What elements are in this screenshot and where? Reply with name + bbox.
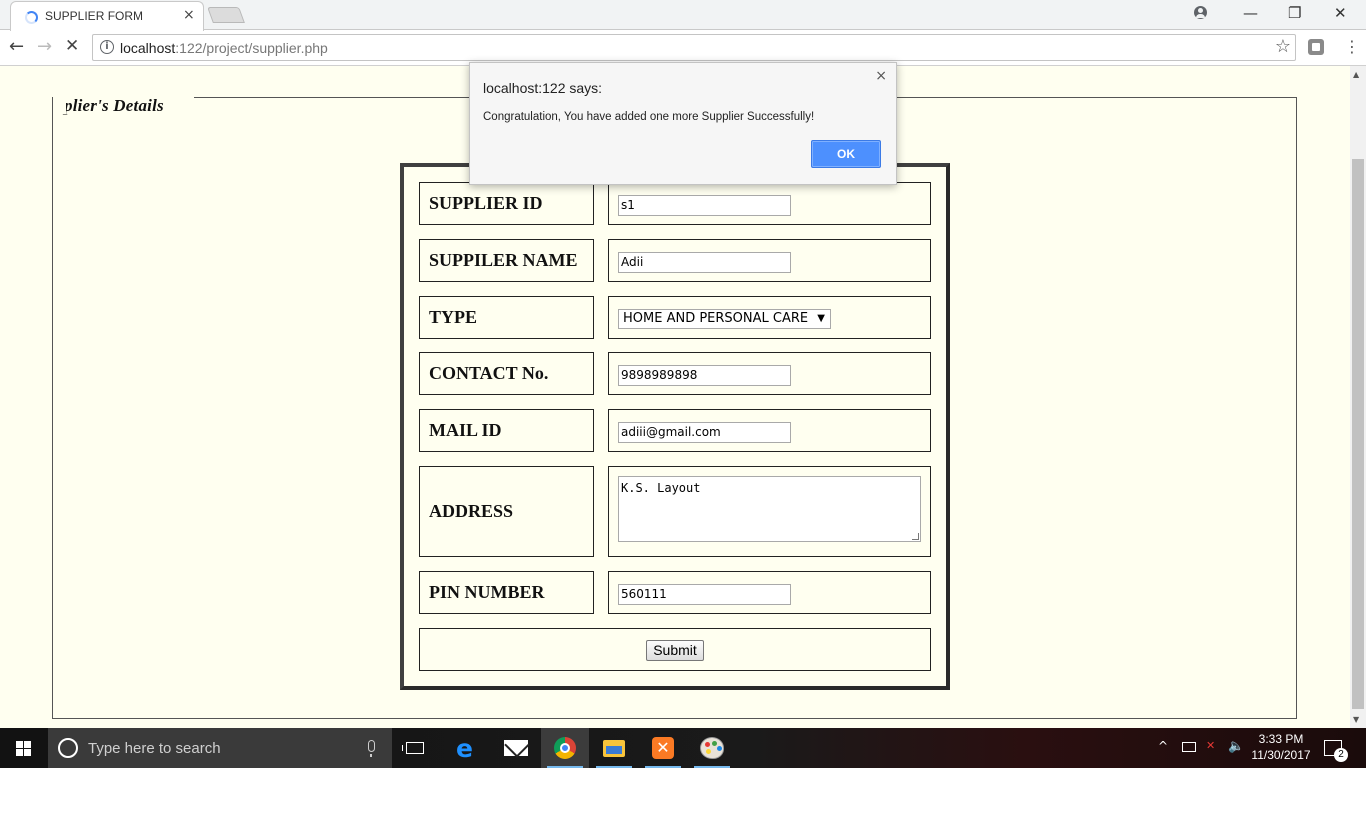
cell-supplier-name: Adii <box>608 239 931 282</box>
edge-icon: e <box>456 734 473 763</box>
task-view-icon <box>402 742 424 754</box>
cell-mail-id: adiii@gmail.com <box>608 409 931 452</box>
battery-icon[interactable] <box>1182 742 1196 752</box>
ok-button[interactable]: OK <box>811 140 881 168</box>
label-supplier-id: SUPPLIER ID <box>419 182 594 225</box>
edge-button[interactable]: e <box>442 728 490 768</box>
back-arrow-icon[interactable]: ← <box>9 36 24 57</box>
browser-toolbar: ← → ✕ i localhost:122/project/supplier.p… <box>0 30 1366 66</box>
label-pin-number: PIN NUMBER <box>419 571 594 614</box>
type-select[interactable]: HOME AND PERSONAL CARE ▼ <box>618 309 831 329</box>
cell-address: K.S. Layout <box>608 466 931 557</box>
dropdown-arrow-icon: ▼ <box>817 313 825 324</box>
supplier-form: SUPPLIER ID s1 SUPPILER NAME Adii TYPE H… <box>400 163 950 690</box>
cell-supplier-id: s1 <box>608 182 931 225</box>
label-contact-no: CONTACT No. <box>419 352 594 395</box>
minimize-icon[interactable]: — <box>1243 4 1258 22</box>
label-mail-id: MAIL ID <box>419 409 594 452</box>
address-text: K.S. Layout <box>621 481 701 495</box>
file-explorer-button[interactable] <box>590 728 638 768</box>
forward-arrow-icon[interactable]: → <box>37 36 52 57</box>
paint-icon <box>700 737 724 759</box>
info-icon[interactable]: i <box>100 40 114 54</box>
alert-close-icon[interactable]: × <box>875 68 887 84</box>
tab-close-icon[interactable]: × <box>183 7 195 23</box>
mail-id-input[interactable]: adiii@gmail.com <box>618 422 791 443</box>
new-tab-button[interactable] <box>207 7 245 23</box>
search-placeholder: Type here to search <box>88 740 221 757</box>
windows-logo-icon <box>16 741 32 756</box>
address-bar[interactable]: i localhost:122/project/supplier.php ☆ <box>92 34 1296 61</box>
menu-icon[interactable]: ⋮ <box>1344 37 1360 56</box>
resize-grip-icon[interactable] <box>912 533 919 540</box>
tab-title: SUPPLIER FORM <box>45 9 144 23</box>
task-view-button[interactable] <box>392 728 440 768</box>
star-icon[interactable]: ☆ <box>1275 36 1291 57</box>
label-type: TYPE <box>419 296 594 339</box>
pin-number-input[interactable]: 560111 <box>618 584 791 605</box>
supplier-name-input[interactable]: Adii <box>618 252 791 273</box>
type-select-value: HOME AND PERSONAL CARE <box>623 311 809 326</box>
fieldset-legend: plier's Details <box>58 96 194 116</box>
mail-button[interactable] <box>492 728 540 768</box>
chrome-icon <box>554 737 576 759</box>
address-textarea[interactable]: K.S. Layout <box>618 476 921 542</box>
xampp-button[interactable]: ✕ <box>639 728 687 768</box>
mail-icon <box>504 740 528 756</box>
system-clock[interactable]: 3:33 PM 11/30/2017 <box>1250 731 1312 763</box>
alert-message: Congratulation, You have added one more … <box>483 111 815 123</box>
loading-spinner-icon <box>25 11 38 24</box>
page-scrollbar[interactable]: ▲ ▼ <box>1350 66 1366 728</box>
contact-no-input[interactable]: 9898989898 <box>618 365 791 386</box>
paint-button[interactable] <box>688 728 736 768</box>
chrome-button[interactable] <box>541 728 589 768</box>
tab-strip: SUPPLIER FORM × — ❐ ✕ <box>0 0 1366 31</box>
cortana-icon <box>58 738 78 758</box>
scroll-thumb[interactable] <box>1352 159 1364 709</box>
cell-pin-number: 560111 <box>608 571 931 614</box>
submit-row: Submit <box>419 628 931 671</box>
cell-contact-no: 9898989898 <box>608 352 931 395</box>
notification-count: 2 <box>1334 748 1348 762</box>
scroll-down-icon[interactable]: ▼ <box>1353 715 1359 724</box>
label-address: ADDRESS <box>419 466 594 557</box>
supplier-id-input[interactable]: s1 <box>618 195 791 216</box>
blank-area <box>0 768 1366 815</box>
xampp-icon: ✕ <box>652 737 674 759</box>
cell-type: HOME AND PERSONAL CARE ▼ <box>608 296 931 339</box>
clock-date: 11/30/2017 <box>1251 748 1311 762</box>
restore-icon[interactable]: ❐ <box>1288 4 1301 22</box>
windows-taskbar: Type here to search e ✕ ^ ✕ 🔈 3:33 PM 11… <box>0 728 1366 768</box>
taskbar-search[interactable]: Type here to search <box>48 728 392 768</box>
clock-time: 3:33 PM <box>1258 732 1304 746</box>
tab-supplier-form[interactable]: SUPPLIER FORM × <box>10 1 204 31</box>
extension-icon[interactable] <box>1308 39 1324 55</box>
label-supplier-name: SUPPILER NAME <box>419 239 594 282</box>
start-button[interactable] <box>0 728 48 768</box>
url-text: localhost:122/project/supplier.php <box>120 40 328 56</box>
profile-icon[interactable] <box>1194 6 1207 19</box>
scroll-up-icon[interactable]: ▲ <box>1353 70 1359 79</box>
alert-title: localhost:122 says: <box>483 80 603 96</box>
submit-button[interactable]: Submit <box>646 640 704 661</box>
alert-dialog: × localhost:122 says: Congratulation, Yo… <box>469 62 897 185</box>
microphone-icon[interactable] <box>368 740 375 757</box>
folder-icon <box>603 740 625 757</box>
stop-icon[interactable]: ✕ <box>65 36 79 56</box>
close-window-icon[interactable]: ✕ <box>1334 4 1347 22</box>
